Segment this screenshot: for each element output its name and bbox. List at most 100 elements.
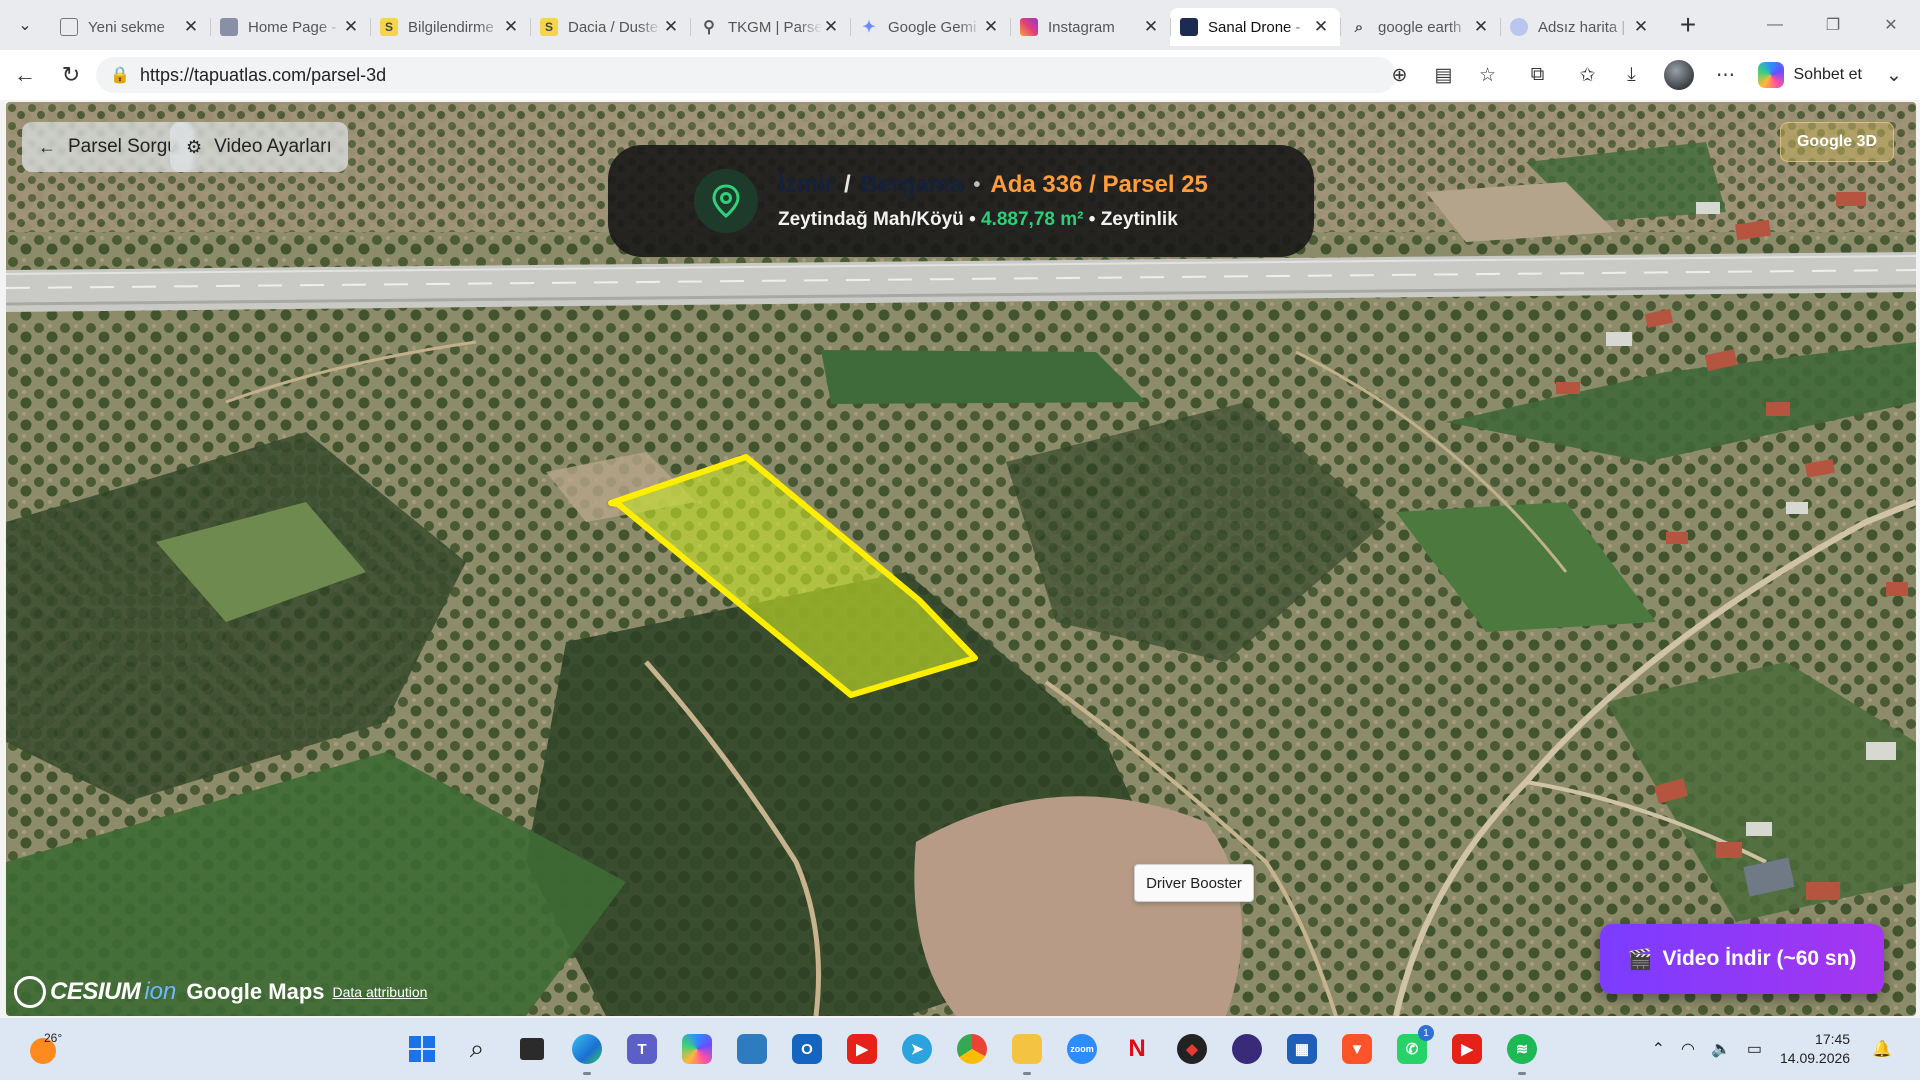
favorites-icon[interactable]: ✩ — [1570, 57, 1606, 93]
tab-adsiz-harita[interactable]: Adsız harita | ✕ — [1500, 8, 1660, 46]
parsel-sorgu-label: Parsel Sorgu — [68, 136, 178, 157]
close-tab-icon[interactable]: ✕ — [1142, 17, 1160, 37]
instagram-icon — [1020, 18, 1038, 36]
volume-icon[interactable]: 🔈 — [1711, 1039, 1731, 1059]
window-controls: — ❐ ✕ — [1746, 0, 1920, 50]
parcel-city: İzmir — [778, 171, 835, 198]
site-info-icon[interactable]: 🔒 — [110, 65, 130, 85]
search-icon: ⌕ — [1354, 18, 1364, 36]
video-download-button[interactable]: 🎬 Video İndir (~60 sn) — [1600, 924, 1884, 994]
tab-instagram[interactable]: Instagram ✕ — [1010, 8, 1170, 46]
address-bar[interactable]: 🔒 https://tapuatlas.com/parsel-3d — [96, 57, 1396, 93]
s-site-icon: S — [380, 18, 398, 36]
close-tab-icon[interactable]: ✕ — [1472, 17, 1490, 37]
ada-parsel-number: Ada 336 / Parsel 25 — [990, 171, 1208, 198]
tab-sanal-drone[interactable]: Sanal Drone - ✕ — [1170, 8, 1340, 46]
notifications-icon[interactable]: 🔔 — [1872, 1039, 1892, 1059]
close-tab-icon[interactable]: ✕ — [982, 17, 1000, 37]
tab-bilgilendirme[interactable]: S Bilgilendirme ✕ — [370, 8, 530, 46]
profile-avatar[interactable] — [1663, 60, 1694, 90]
map-3d-viewport[interactable]: ← Parsel Sorgu ⚙ Video Ayarları İzmir / … — [6, 102, 1916, 1016]
restore-icon[interactable]: ❐ — [1804, 0, 1862, 50]
task-view-icon[interactable] — [512, 1029, 552, 1069]
youtube-music-icon[interactable]: ▶ — [1447, 1029, 1487, 1069]
youtube-icon[interactable]: ▶ — [842, 1029, 882, 1069]
tab-title: TKGM | Parse — [728, 18, 822, 36]
close-tab-icon[interactable]: ✕ — [1312, 17, 1330, 37]
s-site-icon: S — [540, 18, 558, 36]
chevron-up-icon[interactable]: ⌃ — [1652, 1039, 1665, 1059]
system-tray: ⌃ ◠ 🔈 ▭ 17:45 14.09.2026 🔔 — [1644, 1018, 1900, 1080]
extensions-icon[interactable]: ⧉ — [1520, 57, 1556, 93]
microsoft-store-icon[interactable]: ▦ — [1282, 1029, 1322, 1069]
data-attribution-link[interactable]: Data attribution — [333, 984, 428, 1000]
google-maps-wordmark: Google Maps — [186, 979, 325, 1004]
parcel-district: Bergama — [860, 171, 964, 198]
reload-icon[interactable]: ↻ — [48, 55, 94, 95]
close-tab-icon[interactable]: ✕ — [662, 17, 680, 37]
tab-strip: ⌄ Yeni sekme ✕ Home Page - ✕ S Bilgilend… — [0, 0, 1920, 50]
tab-home-page[interactable]: Home Page - ✕ — [210, 8, 370, 46]
netflix-icon[interactable]: N — [1117, 1029, 1157, 1069]
outlook-icon[interactable]: O — [787, 1029, 827, 1069]
battery-icon[interactable]: ▭ — [1747, 1039, 1762, 1059]
teams-icon[interactable]: T — [622, 1029, 662, 1069]
tab-tkgm[interactable]: ⚲ TKGM | Parse ✕ — [690, 8, 850, 46]
tab-dacia-duster[interactable]: S Dacia / Duste ✕ — [530, 8, 690, 46]
parsel-sorgu-button[interactable]: ← Parsel Sorgu — [22, 122, 194, 172]
close-tab-icon[interactable]: ✕ — [342, 17, 360, 37]
keyboard-app-icon[interactable] — [732, 1029, 772, 1069]
parcel-title: İzmir / Bergama • Ada 336 / Parsel 25 — [778, 171, 1208, 199]
weather-temp: 26° — [44, 1031, 63, 1045]
slash-separator: / — [844, 171, 851, 198]
favorite-star-icon[interactable]: ☆ — [1470, 57, 1506, 93]
google-3d-badge[interactable]: Google 3D — [1779, 122, 1894, 162]
tab-google-earth-search[interactable]: ⌕ google earth ✕ — [1340, 8, 1500, 46]
copilot-icon[interactable] — [677, 1029, 717, 1069]
app-purple-icon[interactable] — [1227, 1029, 1267, 1069]
zoom-icon[interactable]: zoom — [1062, 1029, 1102, 1069]
pinned-apps: ⌕ T O ▶ ➤ zoom N ◆ ▦ ▼ ✆ 1 ▶ ≋ — [394, 1025, 1549, 1075]
tab-yeni-sekme[interactable]: Yeni sekme ✕ — [50, 8, 210, 46]
whatsapp-icon[interactable]: ✆ 1 — [1392, 1025, 1434, 1069]
search-icon[interactable]: ⌕ — [457, 1029, 497, 1069]
video-settings-button[interactable]: ⚙ Video Ayarları — [170, 122, 348, 172]
chevron-down-icon[interactable]: ⌄ — [1876, 57, 1912, 93]
close-window-icon[interactable]: ✕ — [1862, 0, 1920, 50]
file-explorer-icon[interactable] — [1007, 1029, 1047, 1075]
close-tab-icon[interactable]: ✕ — [1632, 17, 1650, 37]
tab-title: Google Gemi — [888, 18, 977, 36]
spotify-icon[interactable]: ≋ — [1502, 1029, 1542, 1075]
wifi-icon[interactable]: ◠ — [1681, 1039, 1695, 1059]
new-tab-page-icon — [60, 18, 78, 36]
app-red-icon[interactable]: ◆ — [1172, 1029, 1212, 1069]
windows-start-icon[interactable] — [402, 1029, 442, 1069]
downloads-icon[interactable]: ⤓ — [1614, 57, 1650, 93]
tab-google-gemini[interactable]: ✦ Google Gemi ✕ — [850, 8, 1010, 46]
tab-title: Dacia / Duste — [568, 18, 659, 36]
bullet-separator: • — [1088, 209, 1096, 230]
video-settings-label: Video Ayarları — [214, 136, 332, 157]
telegram-icon[interactable]: ➤ — [897, 1029, 937, 1069]
close-tab-icon[interactable]: ✕ — [182, 17, 200, 37]
edge-icon[interactable] — [567, 1029, 607, 1075]
back-icon[interactable]: ← — [2, 55, 48, 95]
more-options-icon[interactable]: ⋯ — [1708, 57, 1744, 93]
tab-actions-menu-icon[interactable]: ⌄ — [0, 0, 50, 50]
reading-view-icon[interactable]: ▤ — [1426, 57, 1462, 93]
taskbar-tooltip: Driver Booster — [1134, 864, 1254, 902]
brave-icon[interactable]: ▼ — [1337, 1029, 1377, 1069]
close-tab-icon[interactable]: ✕ — [502, 17, 520, 37]
tab-title: Home Page - — [248, 18, 337, 36]
clock-time: 17:45 — [1815, 1031, 1851, 1047]
running-indicator — [1518, 1072, 1526, 1075]
chrome-icon[interactable] — [952, 1029, 992, 1069]
zoom-icon[interactable]: ⊕ — [1382, 57, 1418, 93]
weather-widget[interactable]: 26° — [26, 1030, 62, 1066]
close-tab-icon[interactable]: ✕ — [822, 17, 840, 37]
minimize-icon[interactable]: — — [1746, 0, 1804, 50]
new-tab-button[interactable]: + — [1666, 3, 1710, 47]
arrow-left-icon: ← — [38, 136, 56, 157]
clock[interactable]: 17:45 14.09.2026 — [1780, 1030, 1850, 1068]
copilot-chat-button[interactable]: Sohbet et — [1748, 57, 1873, 93]
